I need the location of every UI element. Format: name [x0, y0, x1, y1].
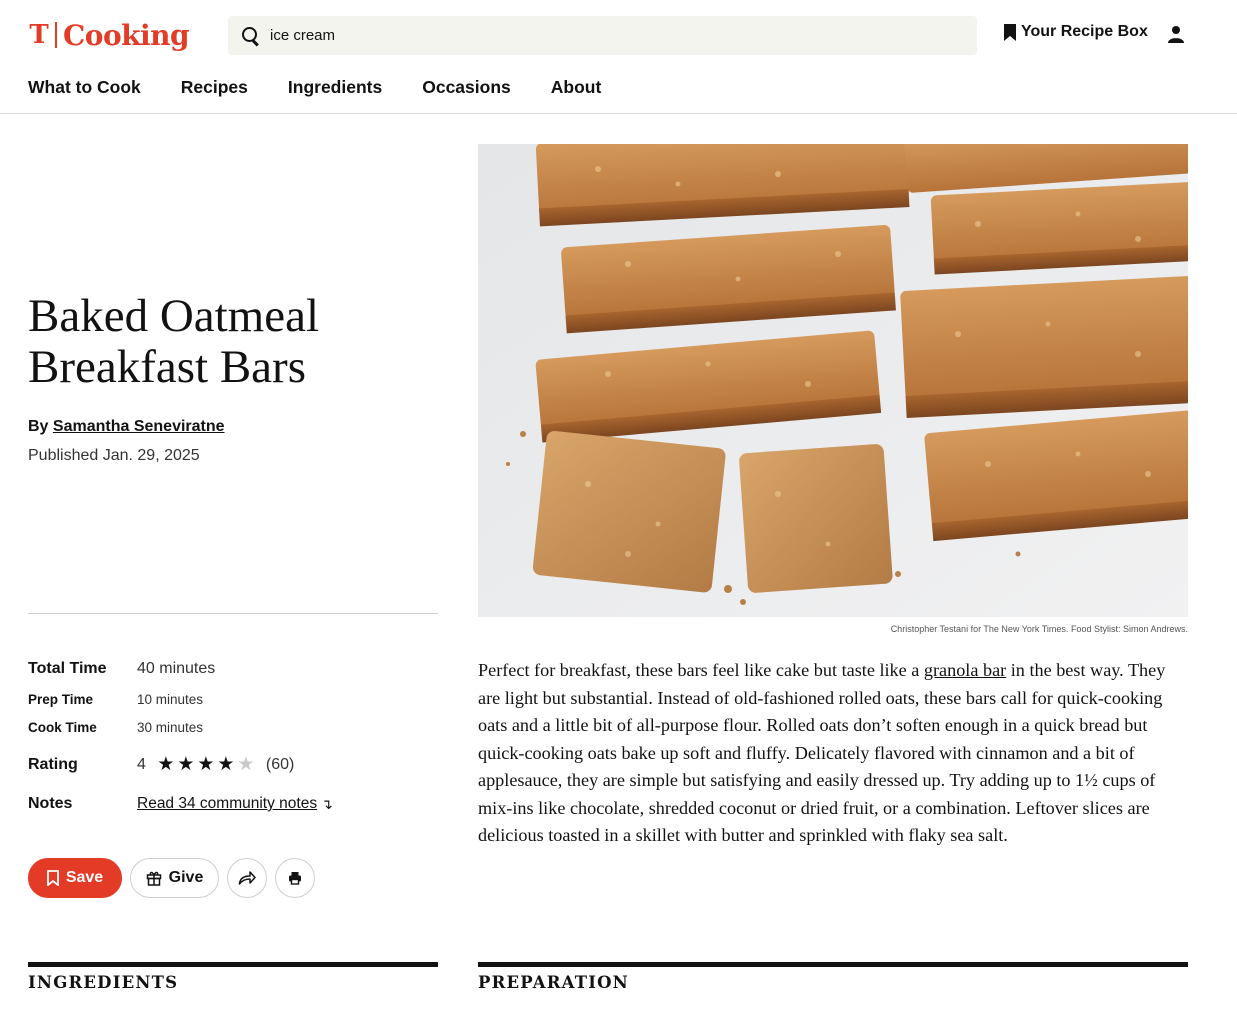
- site-header: T Cooking Your Recipe Box What to Cook R…: [0, 0, 1237, 114]
- star-filled-icon[interactable]: ★: [196, 755, 216, 774]
- cooking-wordmark: Cooking: [63, 18, 190, 52]
- star-filled-icon[interactable]: ★: [176, 755, 196, 774]
- cook-time-label: Cook Time: [28, 720, 97, 735]
- ingredients-heading: INGREDIENTS: [28, 973, 179, 992]
- recipe-title: Baked Oatmeal Breakfast Bars: [28, 290, 320, 393]
- give-label: Give: [168, 869, 204, 886]
- prep-time-label: Prep Time: [28, 692, 94, 707]
- bookmark-icon: [1004, 23, 1016, 41]
- user-account-icon[interactable]: [1167, 25, 1185, 43]
- description-text-2: in the best way. They are light but subs…: [478, 660, 1166, 845]
- prep-time-value: 10 minutes: [137, 692, 204, 707]
- search-bar[interactable]: [228, 16, 977, 55]
- nav-recipes[interactable]: Recipes: [181, 77, 248, 98]
- arrow-down-icon: ↴: [321, 795, 333, 812]
- main-nav: What to Cook Recipes Ingredients Occasio…: [28, 77, 601, 98]
- recipe-hero-image: [478, 144, 1188, 617]
- star-empty-icon[interactable]: ★: [236, 755, 256, 774]
- description-text-1: Perfect for breakfast, these bars feel l…: [478, 660, 924, 680]
- logo-divider: [55, 22, 57, 48]
- preparation-rule: [478, 962, 1188, 967]
- save-button[interactable]: Save: [28, 858, 122, 898]
- recipe-box-link[interactable]: Your Recipe Box: [1004, 23, 1148, 41]
- recipe-actions: Save Give: [28, 858, 315, 898]
- nav-occasions[interactable]: Occasions: [422, 77, 511, 98]
- granola-bar-link[interactable]: granola bar: [924, 660, 1006, 680]
- rating-label: Rating: [28, 755, 78, 773]
- community-notes-link[interactable]: Read 34 community notes: [137, 795, 317, 813]
- save-label: Save: [65, 869, 104, 886]
- gift-icon: [146, 871, 161, 886]
- star-filled-icon[interactable]: ★: [156, 755, 176, 774]
- byline: By Samantha Seneviratne: [28, 418, 225, 436]
- nav-ingredients[interactable]: Ingredients: [288, 77, 382, 98]
- give-button[interactable]: Give: [130, 858, 219, 898]
- notes-row: Notes Read 34 community notes ↴: [28, 795, 333, 813]
- share-button[interactable]: [227, 858, 267, 898]
- star-filled-icon[interactable]: ★: [216, 755, 236, 774]
- total-time-value: 40 minutes: [137, 660, 216, 677]
- nav-about[interactable]: About: [551, 77, 602, 98]
- search-input[interactable]: [270, 27, 950, 44]
- bookmark-outline-icon: [46, 870, 59, 886]
- cook-time-value: 30 minutes: [137, 720, 204, 735]
- preparation-heading: PREPARATION: [478, 973, 629, 992]
- cook-time-row: Cook Time 30 minutes: [28, 720, 203, 735]
- search-icon[interactable]: [242, 26, 260, 45]
- rating-row: Rating 4 ★ ★ ★ ★ ★ (60): [28, 755, 294, 774]
- recipe-description: Perfect for breakfast, these bars feel l…: [478, 657, 1190, 850]
- author-link[interactable]: Samantha Seneviratne: [53, 418, 225, 435]
- prep-time-row: Prep Time 10 minutes: [28, 692, 203, 707]
- meta-divider: [28, 613, 438, 614]
- total-time-label: Total Time: [28, 660, 107, 677]
- total-time-row: Total Time 40 minutes: [28, 660, 215, 678]
- photo-credit: Christopher Testani for The New York Tim…: [890, 624, 1188, 634]
- share-arrow-icon: [238, 871, 256, 885]
- nav-what-to-cook[interactable]: What to Cook: [28, 77, 141, 98]
- byline-prefix: By: [28, 418, 49, 435]
- printer-icon: [289, 872, 301, 885]
- ingredients-rule: [28, 962, 438, 967]
- rating-value: 4: [137, 755, 146, 773]
- notes-label: Notes: [28, 795, 73, 812]
- recipe-box-label: Your Recipe Box: [1021, 23, 1148, 40]
- rating-count: (60): [265, 755, 295, 773]
- published-date: Published Jan. 29, 2025: [28, 447, 200, 464]
- nyt-t-logo-icon: T: [29, 20, 49, 50]
- oatmeal-bars-photo: [478, 144, 1188, 617]
- nyt-cooking-logo[interactable]: T Cooking: [28, 17, 189, 53]
- print-button[interactable]: [275, 858, 315, 898]
- rating-stars[interactable]: ★ ★ ★ ★ ★: [156, 755, 256, 774]
